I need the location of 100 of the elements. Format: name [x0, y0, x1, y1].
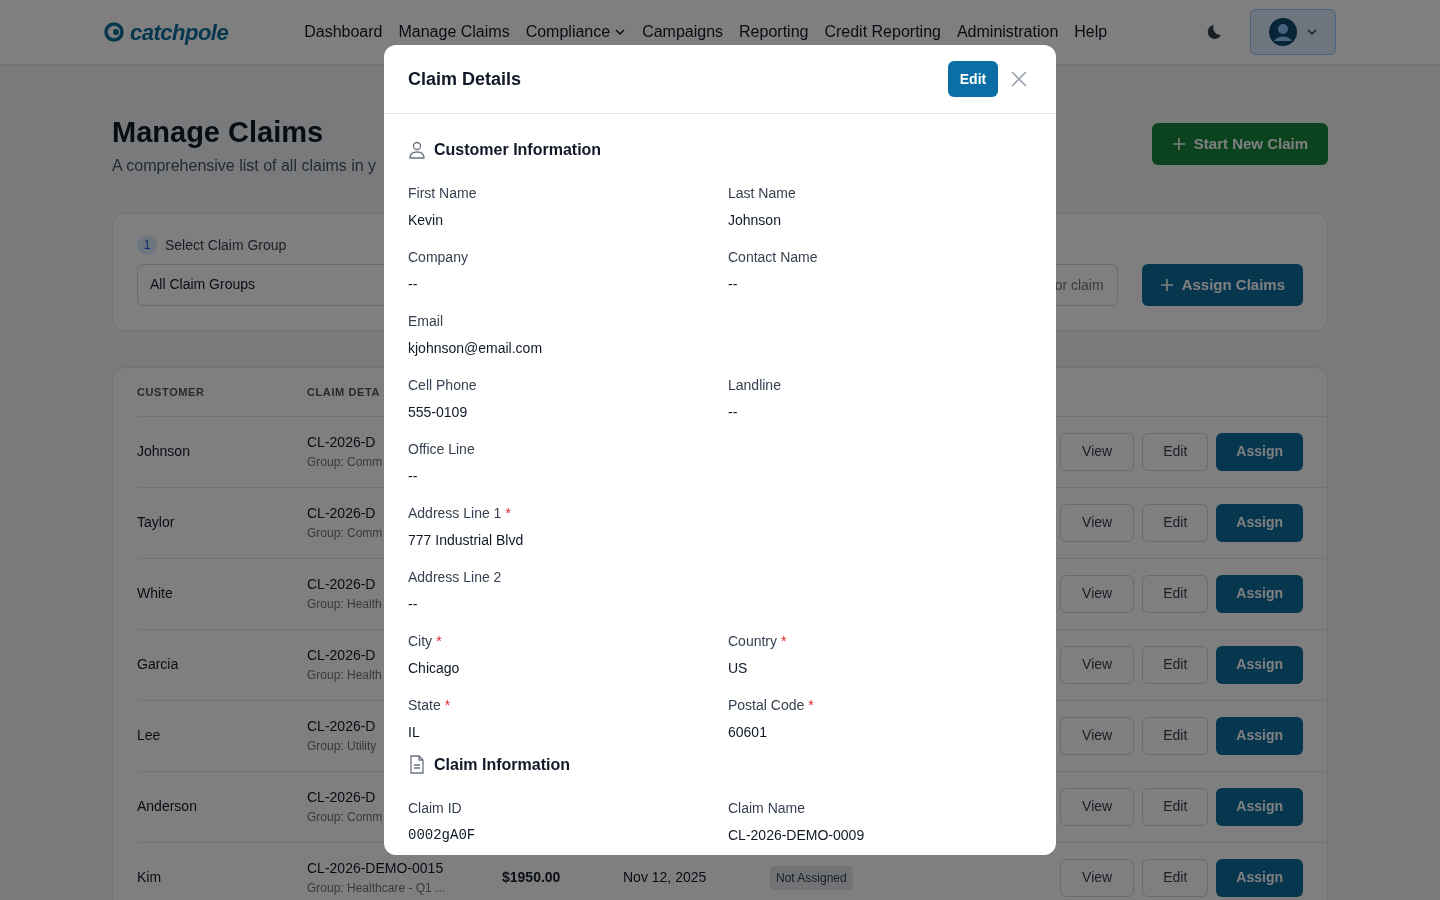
field-label: State: [408, 696, 441, 715]
assign-button[interactable]: Assign: [1216, 432, 1303, 471]
filter-label: Select Claim Group: [165, 235, 287, 255]
field-label: Contact Name: [728, 248, 818, 267]
step-number: 1: [137, 235, 157, 256]
person-icon: [408, 140, 426, 160]
field-label: Claim ID: [408, 799, 462, 818]
view-button[interactable]: View: [1060, 645, 1135, 684]
claim-group: Group: Comm: [307, 808, 383, 827]
field-value: --: [408, 275, 419, 294]
nav-link[interactable]: Administration: [948, 20, 1067, 44]
edit-button[interactable]: Edit: [1142, 645, 1209, 684]
edit-button[interactable]: Edit: [1142, 503, 1209, 542]
assign-claims-button[interactable]: Assign Claims: [1141, 263, 1303, 306]
logo-icon: [104, 22, 126, 42]
page-subtitle: A comprehensive list of all claims in y: [112, 155, 377, 176]
edit-button[interactable]: Edit: [1142, 574, 1209, 613]
customer-name: Garcia: [137, 655, 179, 675]
field-value: kjohnson@email.com: [408, 339, 544, 358]
view-button[interactable]: View: [1060, 432, 1135, 471]
required-mark: *: [444, 696, 451, 715]
assign-button[interactable]: Assign: [1216, 574, 1303, 613]
nav-link[interactable]: Credit Reporting: [816, 20, 949, 44]
claim-id: CL-2026-DEMO-0015: [307, 859, 444, 879]
column-header: CUSTOMER: [137, 384, 205, 400]
field-label: Postal Code: [728, 696, 805, 715]
edit-button[interactable]: Edit: [1142, 787, 1209, 826]
field-label: Claim Name: [728, 799, 805, 818]
edit-button[interactable]: Edit: [1142, 432, 1209, 471]
column-header: CLAIM DETA: [307, 384, 380, 400]
claim-group: Group: Health: [307, 595, 382, 614]
claim-group: Group: Comm: [307, 453, 383, 472]
field-value: 0002gA0F: [408, 826, 477, 845]
field-label: Address Line 1: [408, 504, 502, 523]
assign-button[interactable]: Assign: [1216, 503, 1303, 542]
field-value: US: [728, 659, 749, 678]
claim-group: Group: Healthcare - Q1 ...: [307, 879, 446, 898]
required-mark: *: [781, 632, 787, 651]
field-value: --: [408, 467, 419, 486]
section-title: Claim Information: [434, 755, 570, 775]
claim-group: Group: Comm: [307, 524, 383, 543]
claim-date: Nov 12, 2025: [623, 868, 707, 888]
claim-id: CL-2026-D: [307, 433, 376, 453]
assign-button[interactable]: Assign: [1216, 645, 1303, 684]
customer-name: Anderson: [137, 797, 197, 817]
edit-button[interactable]: Edit: [1142, 716, 1209, 755]
plus-icon: [1171, 137, 1186, 151]
field-value: Chicago: [408, 659, 461, 678]
user-menu-button[interactable]: [1250, 9, 1336, 55]
assign-button[interactable]: Assign: [1216, 858, 1303, 897]
field-label: Landline: [728, 376, 781, 395]
assign-button[interactable]: Assign: [1216, 716, 1303, 755]
edit-button[interactable]: Edit: [1142, 858, 1209, 897]
nav-link[interactable]: Manage Claims: [390, 20, 518, 44]
nav-link[interactable]: Campaigns: [634, 20, 732, 44]
assign-button[interactable]: Assign: [1216, 787, 1303, 826]
nav-link[interactable]: Help: [1066, 20, 1116, 44]
status-badge: Not Assigned: [770, 865, 853, 890]
required-mark: *: [505, 504, 511, 523]
field-label: City: [408, 632, 433, 651]
dialog-title: Claim Details: [408, 67, 523, 91]
section-title: Customer Information: [434, 140, 602, 160]
required-mark: *: [436, 632, 442, 651]
field-value: --: [728, 403, 739, 422]
view-button[interactable]: View: [1060, 716, 1135, 755]
nav-link[interactable]: Dashboard: [296, 20, 391, 44]
plus-icon: [1159, 277, 1174, 292]
document-icon: [408, 755, 426, 775]
field-value: --: [408, 595, 419, 614]
edit-button[interactable]: Edit: [948, 61, 998, 97]
claim-id: CL-2026-D: [307, 575, 376, 595]
field-label: Company: [408, 248, 468, 267]
claim-id: CL-2026-D: [307, 504, 376, 524]
field-value: 60601: [728, 723, 768, 742]
required-mark: *: [808, 696, 814, 715]
brand-logo[interactable]: catchpole: [130, 15, 229, 49]
page-title: Manage Claims: [112, 115, 325, 150]
nav-link[interactable]: Reporting: [731, 20, 817, 44]
field-label: Country: [728, 632, 778, 651]
field-value: --: [728, 275, 739, 294]
field-value: CL-2026-DEMO-0009: [728, 826, 866, 845]
field-label: Address Line 2: [408, 568, 502, 587]
field-label: Last Name: [728, 184, 796, 203]
nav-link[interactable]: Compliance: [517, 20, 635, 44]
customer-name: Lee: [137, 726, 161, 746]
field-label: Office Line: [408, 440, 475, 459]
claim-group: Group: Health: [307, 666, 382, 685]
view-button[interactable]: View: [1060, 574, 1135, 613]
claim-id: CL-2026-D: [307, 646, 376, 666]
claim-amount: $1950.00: [502, 868, 561, 888]
claim-id: CL-2026-D: [307, 717, 376, 737]
field-label: Email: [408, 312, 443, 331]
field-value: Kevin: [408, 211, 445, 230]
start-claim-button[interactable]: Start New Claim: [1151, 123, 1328, 165]
field-value: IL: [408, 723, 421, 742]
view-button[interactable]: View: [1060, 787, 1135, 826]
field-value: Johnson: [728, 211, 782, 230]
view-button[interactable]: View: [1060, 858, 1135, 897]
field-label: First Name: [408, 184, 477, 203]
view-button[interactable]: View: [1060, 503, 1135, 542]
